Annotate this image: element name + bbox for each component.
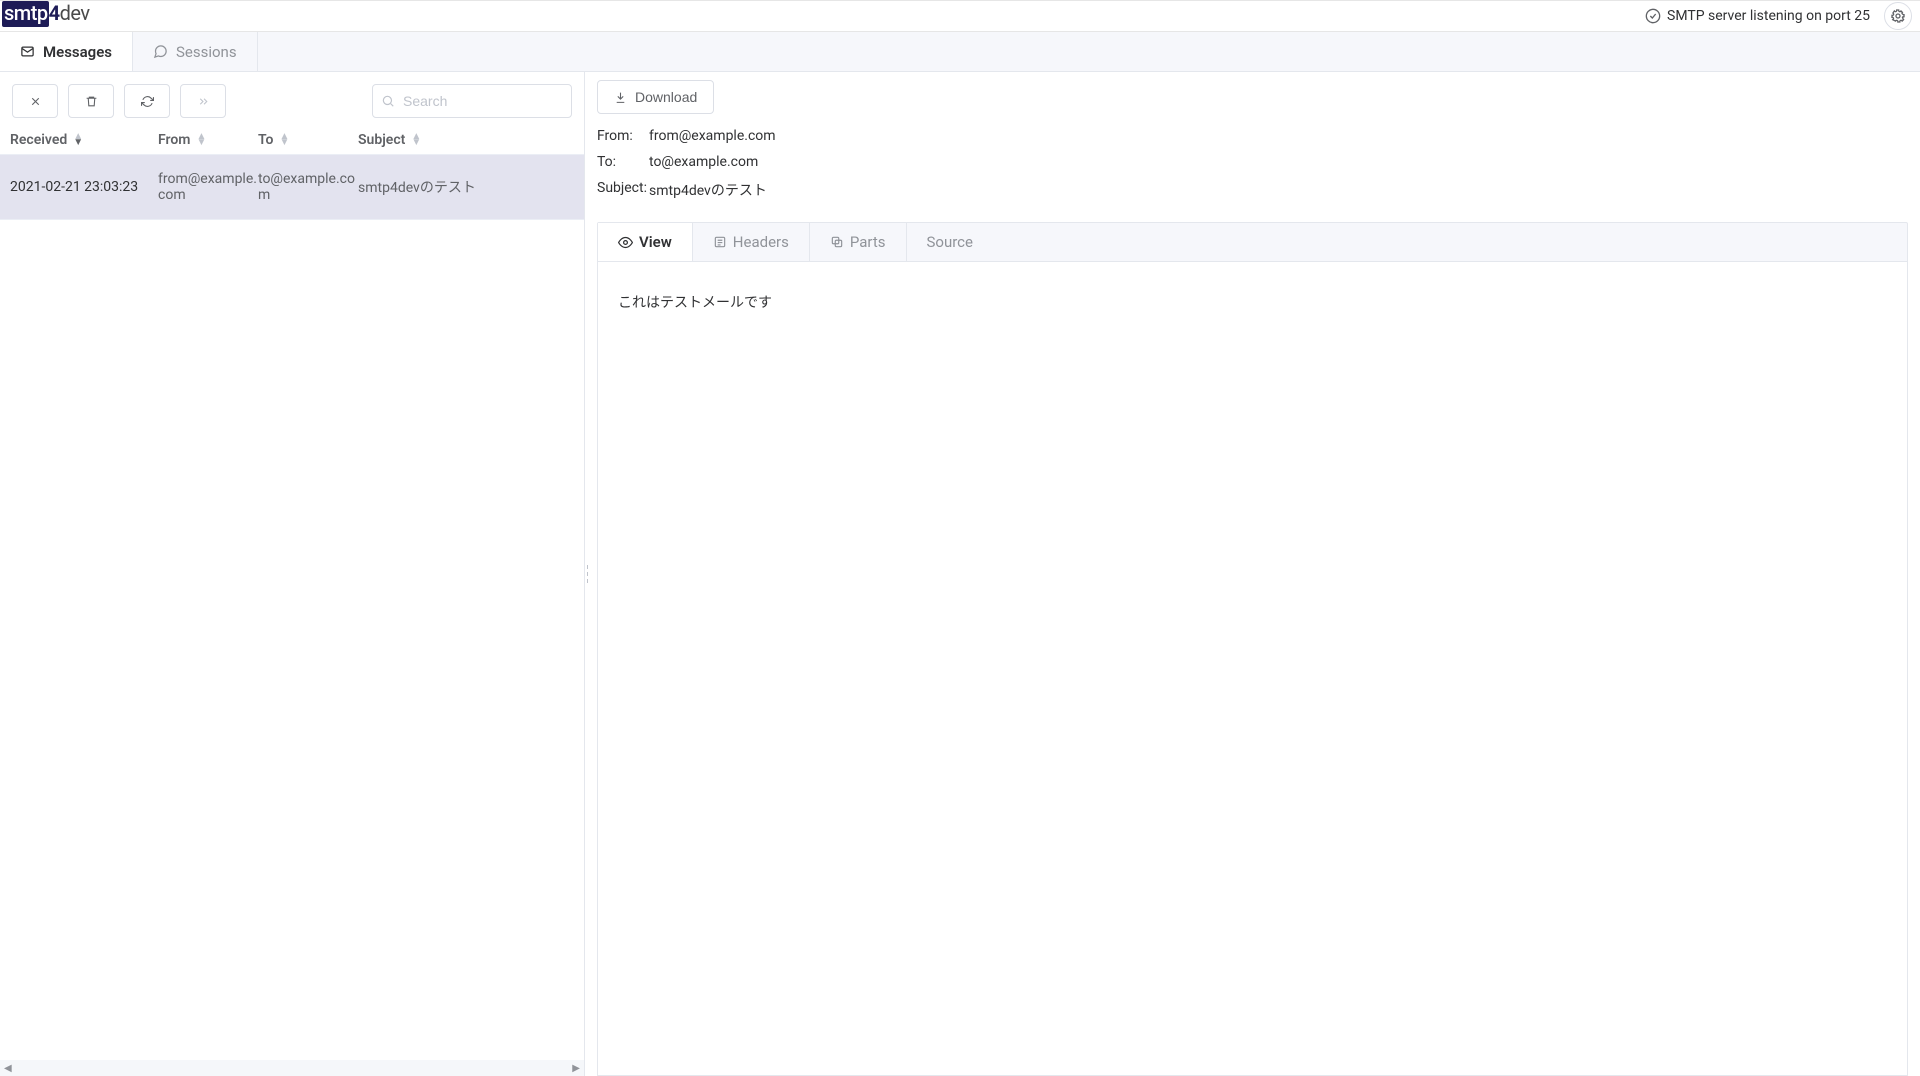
tab-headers[interactable]: Headers (693, 223, 810, 261)
detail-tabs: View Headers Parts Source (597, 222, 1908, 262)
server-status: SMTP server listening on port 25 (1645, 2, 1912, 30)
search-wrapper (372, 84, 572, 118)
cell-to: to@example.com (258, 171, 358, 203)
tab-sessions-label: Sessions (176, 43, 237, 61)
col-header-received[interactable]: Received ▲▼ (10, 132, 158, 148)
tab-source-label: Source (927, 233, 973, 251)
sort-icon: ▲▼ (73, 134, 83, 146)
tab-parts[interactable]: Parts (810, 223, 907, 261)
trash-icon (85, 95, 98, 108)
list-icon (713, 235, 727, 249)
clear-button[interactable] (12, 84, 58, 118)
relay-button[interactable] (180, 84, 226, 118)
col-header-subject[interactable]: Subject ▲▼ (358, 132, 574, 148)
message-body-text: これはテストメールです (618, 292, 1887, 312)
main-tabs: Messages Sessions (0, 32, 1920, 72)
message-table-header: Received ▲▼ From ▲▼ To ▲▼ Subject ▲▼ (0, 126, 584, 155)
search-input[interactable] (372, 84, 572, 118)
meta-from-label: From: (597, 128, 649, 144)
horizontal-scrollbar[interactable]: ◀ ▶ (0, 1060, 584, 1076)
tab-view[interactable]: View (598, 223, 693, 261)
close-icon (29, 95, 42, 108)
delete-button[interactable] (68, 84, 114, 118)
scroll-right-icon: ▶ (572, 1063, 580, 1074)
message-toolbar (0, 72, 584, 126)
logo-4: 4 (49, 1, 60, 25)
tab-parts-label: Parts (850, 233, 886, 251)
meta-to-label: To: (597, 154, 649, 170)
message-body: これはテストメールです (597, 262, 1908, 1076)
server-status-text: SMTP server listening on port 25 (1667, 8, 1870, 24)
main-split: Received ▲▼ From ▲▼ To ▲▼ Subject ▲▼ 202… (0, 72, 1920, 1076)
refresh-icon (141, 95, 154, 108)
col-header-from[interactable]: From ▲▼ (158, 132, 258, 148)
message-meta: From: from@example.com To: to@example.co… (597, 124, 1908, 222)
tab-sessions[interactable]: Sessions (133, 32, 258, 71)
eye-icon (618, 235, 633, 250)
download-icon (614, 91, 627, 104)
mail-icon (20, 44, 35, 59)
tab-messages[interactable]: Messages (0, 32, 133, 71)
message-table-body: 2021-02-21 23:03:23 from@example.com to@… (0, 155, 584, 1060)
sort-icon: ▲▼ (279, 134, 289, 146)
copy-icon (830, 235, 844, 249)
download-label: Download (635, 89, 697, 105)
gear-icon (1890, 8, 1906, 24)
app-logo: smtp4dev (0, 1, 90, 31)
scroll-left-icon: ◀ (4, 1063, 12, 1074)
logo-smtp: smtp (2, 1, 49, 27)
cell-from: from@example.com (158, 171, 258, 203)
table-row[interactable]: 2021-02-21 23:03:23 from@example.com to@… (0, 155, 584, 220)
sort-icon: ▲▼ (196, 134, 206, 146)
download-button[interactable]: Download (597, 80, 714, 114)
logo-dev: dev (60, 1, 90, 25)
cell-received: 2021-02-21 23:03:23 (10, 179, 158, 195)
check-circle-icon (1645, 8, 1661, 24)
cell-subject: smtp4devのテスト (358, 177, 574, 197)
top-bar: smtp4dev SMTP server listening on port 2… (0, 0, 1920, 32)
meta-to-value: to@example.com (649, 154, 758, 170)
tab-view-label: View (639, 233, 672, 251)
chat-icon (153, 44, 168, 59)
sort-icon: ▲▼ (411, 134, 421, 146)
tab-source[interactable]: Source (907, 223, 993, 261)
chevron-double-right-icon (197, 95, 210, 108)
search-icon (381, 94, 395, 108)
settings-button[interactable] (1884, 2, 1912, 30)
refresh-button[interactable] (124, 84, 170, 118)
meta-subject-label: Subject: (597, 180, 649, 200)
message-list-pane: Received ▲▼ From ▲▼ To ▲▼ Subject ▲▼ 202… (0, 72, 585, 1076)
tab-messages-label: Messages (43, 43, 112, 61)
tab-headers-label: Headers (733, 233, 789, 251)
col-header-to[interactable]: To ▲▼ (258, 132, 358, 148)
message-detail-pane: Download From: from@example.com To: to@e… (589, 72, 1920, 1076)
meta-from-value: from@example.com (649, 128, 776, 144)
meta-subject-value: smtp4devのテスト (649, 180, 767, 200)
